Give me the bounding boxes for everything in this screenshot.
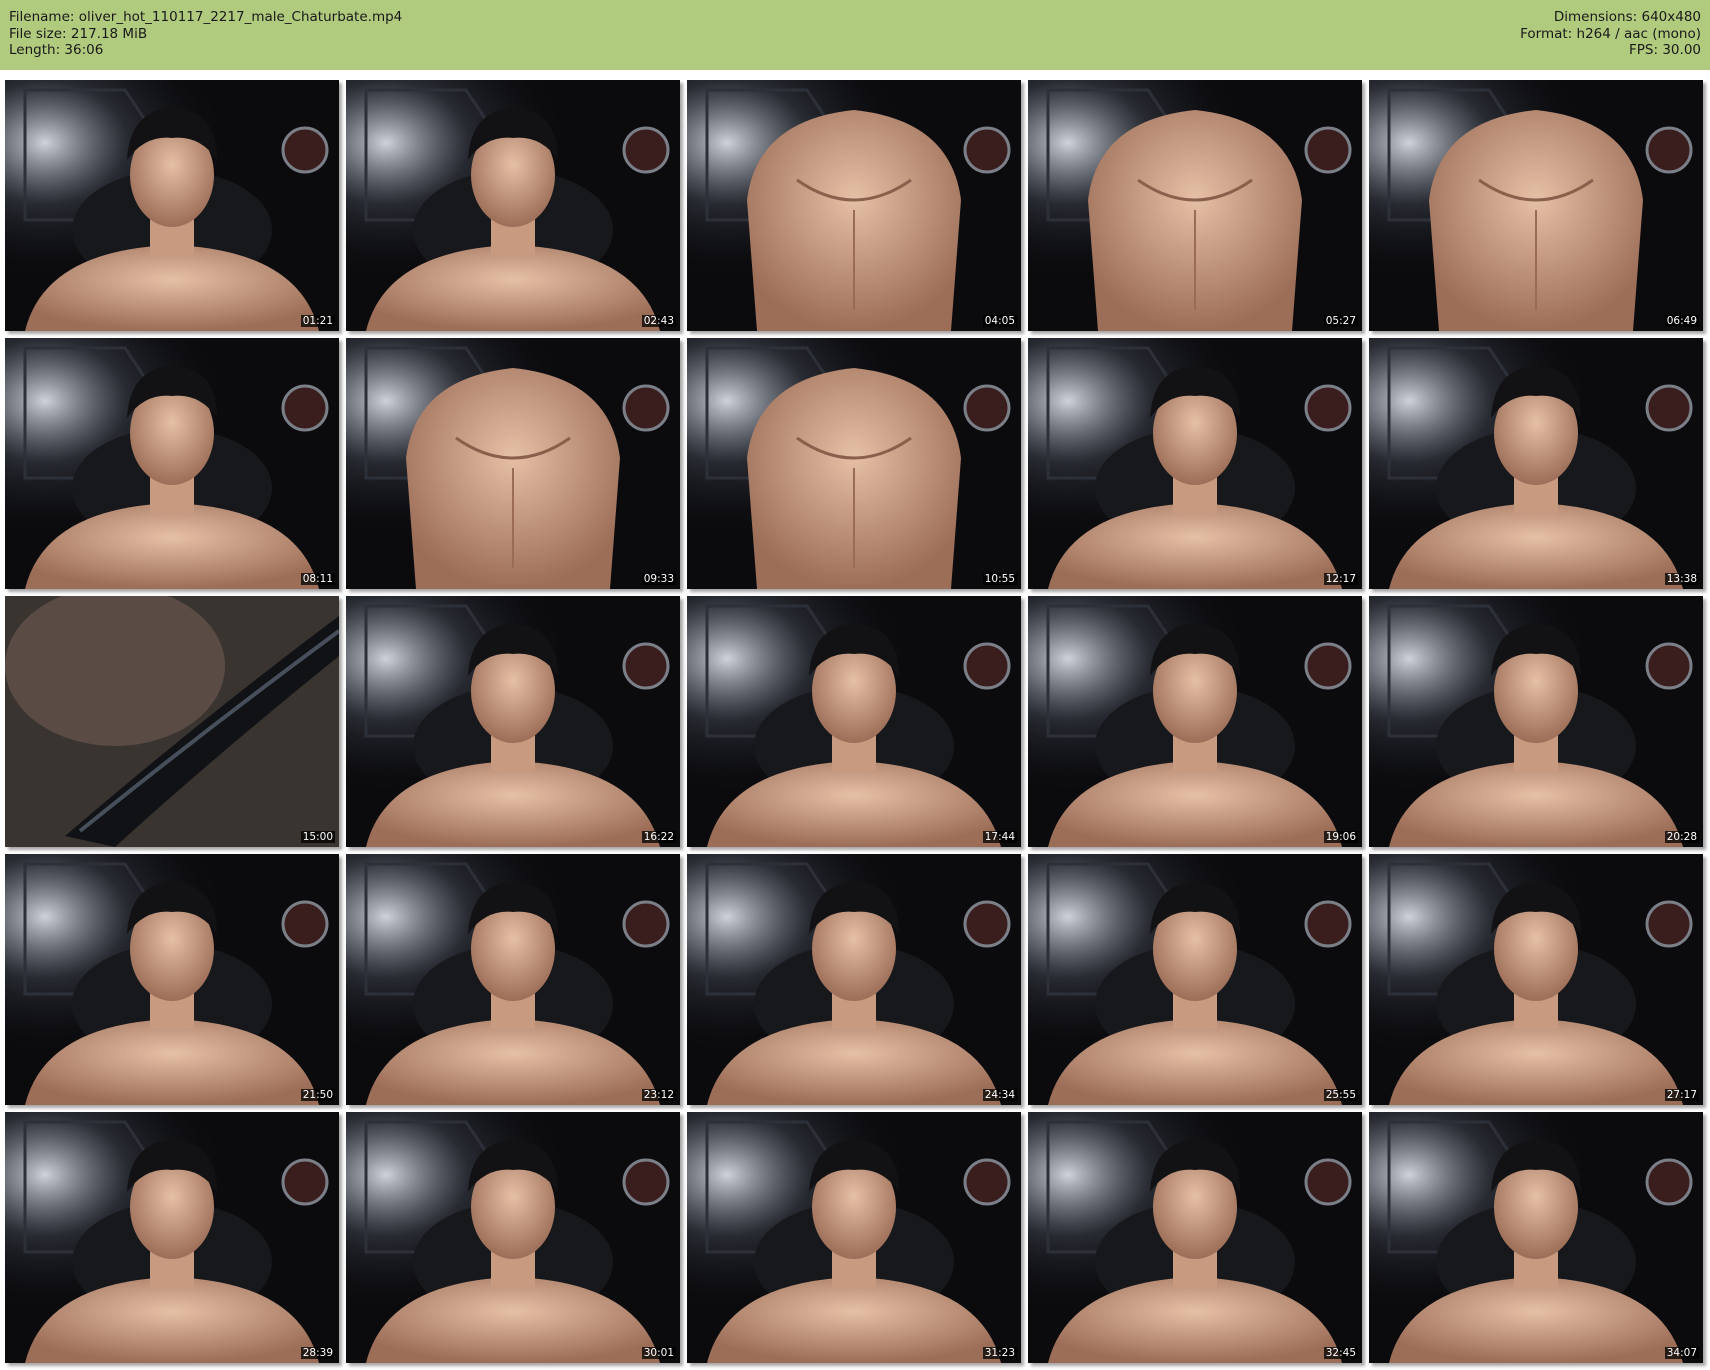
thumbnail-image <box>346 1112 680 1363</box>
thumbnail-image <box>346 80 680 331</box>
length-text: Length: 36:06 <box>9 42 104 58</box>
thumbnail-frame[interactable]: 17:44 <box>687 596 1021 847</box>
timestamp-label: 02:43 <box>641 315 676 327</box>
filename-text: Filename: oliver_hot_110117_2217_male_Ch… <box>9 9 403 25</box>
timestamp-label: 13:38 <box>1664 573 1699 585</box>
thumbnail-image <box>5 338 339 589</box>
thumbnail-frame[interactable]: 30:01 <box>346 1112 680 1363</box>
thumbnail-frame[interactable]: 16:22 <box>346 596 680 847</box>
thumbnail-image <box>1369 596 1703 847</box>
thumbnail-grid: 01:21 02:43 04:05 05:27 06:49 08:11 09:33 10:55… <box>5 80 1705 1364</box>
thumbnail-image <box>687 854 1021 1105</box>
thumbnail-image <box>687 338 1021 589</box>
thumbnail-frame[interactable]: 27:17 <box>1369 854 1703 1105</box>
timestamp-label: 05:27 <box>1323 315 1358 327</box>
thumbnail-image <box>5 854 339 1105</box>
thumbnail-image <box>1028 854 1362 1105</box>
thumbnail-image <box>346 596 680 847</box>
timestamp-label: 09:33 <box>641 573 676 585</box>
thumbnail-image <box>5 596 339 847</box>
thumbnail-image <box>346 854 680 1105</box>
timestamp-label: 21:50 <box>300 1089 335 1101</box>
timestamp-label: 15:00 <box>300 831 335 843</box>
timestamp-label: 10:55 <box>982 573 1017 585</box>
thumbnail-image <box>1369 338 1703 589</box>
timestamp-label: 30:01 <box>641 1347 676 1359</box>
thumbnail-frame[interactable]: 01:21 <box>5 80 339 331</box>
thumbnail-frame[interactable]: 20:28 <box>1369 596 1703 847</box>
thumbnail-frame[interactable]: 02:43 <box>346 80 680 331</box>
timestamp-label: 24:34 <box>982 1089 1017 1101</box>
thumbnail-image <box>5 80 339 331</box>
timestamp-label: 04:05 <box>982 315 1017 327</box>
thumbnail-image <box>1028 338 1362 589</box>
file-info-right: Dimensions: 640x480 Format: h264 / aac (… <box>1520 9 1701 59</box>
timestamp-label: 31:23 <box>982 1347 1017 1359</box>
thumbnail-frame[interactable]: 15:00 <box>5 596 339 847</box>
thumbnail-image <box>1369 1112 1703 1363</box>
thumbnail-image <box>5 1112 339 1363</box>
thumbnail-frame[interactable]: 32:45 <box>1028 1112 1362 1363</box>
thumbnail-frame[interactable]: 28:39 <box>5 1112 339 1363</box>
thumbnail-frame[interactable]: 09:33 <box>346 338 680 589</box>
thumbnail-frame[interactable]: 25:55 <box>1028 854 1362 1105</box>
thumbnail-image <box>1369 80 1703 331</box>
timestamp-label: 08:11 <box>300 573 335 585</box>
thumbnail-frame[interactable]: 08:11 <box>5 338 339 589</box>
timestamp-label: 34:07 <box>1664 1347 1699 1359</box>
fps-text: FPS: 30.00 <box>1629 42 1701 58</box>
thumbnail-frame[interactable]: 06:49 <box>1369 80 1703 331</box>
thumbnail-image <box>1028 596 1362 847</box>
thumbnail-image <box>1369 854 1703 1105</box>
timestamp-label: 32:45 <box>1323 1347 1358 1359</box>
thumbnail-frame[interactable]: 34:07 <box>1369 1112 1703 1363</box>
thumbnail-frame[interactable]: 13:38 <box>1369 338 1703 589</box>
timestamp-label: 25:55 <box>1323 1089 1358 1101</box>
thumbnail-image <box>687 596 1021 847</box>
timestamp-label: 20:28 <box>1664 831 1699 843</box>
thumbnail-frame[interactable]: 31:23 <box>687 1112 1021 1363</box>
filesize-text: File size: 217.18 MiB <box>9 25 148 42</box>
format-text: Format: h264 / aac (mono) <box>1520 25 1701 42</box>
timestamp-label: 23:12 <box>641 1089 676 1101</box>
thumbnail-frame[interactable]: 05:27 <box>1028 80 1362 331</box>
timestamp-label: 06:49 <box>1664 315 1699 327</box>
dimensions-text: Dimensions: 640x480 <box>1553 9 1701 25</box>
thumbnail-image <box>687 80 1021 331</box>
thumbnail-image <box>346 338 680 589</box>
thumbnail-image <box>1028 80 1362 331</box>
timestamp-label: 17:44 <box>982 831 1017 843</box>
file-info-header: Filename: oliver_hot_110117_2217_male_Ch… <box>0 0 1710 70</box>
thumbnail-image <box>1028 1112 1362 1363</box>
timestamp-label: 16:22 <box>641 831 676 843</box>
thumbnail-frame[interactable]: 19:06 <box>1028 596 1362 847</box>
thumbnail-frame[interactable]: 23:12 <box>346 854 680 1105</box>
timestamp-label: 28:39 <box>300 1347 335 1359</box>
timestamp-label: 27:17 <box>1664 1089 1699 1101</box>
thumbnail-frame[interactable]: 24:34 <box>687 854 1021 1105</box>
thumbnail-frame[interactable]: 10:55 <box>687 338 1021 589</box>
thumbnail-frame[interactable]: 04:05 <box>687 80 1021 331</box>
timestamp-label: 01:21 <box>300 315 335 327</box>
timestamp-label: 12:17 <box>1323 573 1358 585</box>
file-info-left: Filename: oliver_hot_110117_2217_male_Ch… <box>9 9 402 59</box>
thumbnail-frame[interactable]: 12:17 <box>1028 338 1362 589</box>
thumbnail-frame[interactable]: 21:50 <box>5 854 339 1105</box>
thumbnail-image <box>687 1112 1021 1363</box>
timestamp-label: 19:06 <box>1323 831 1358 843</box>
